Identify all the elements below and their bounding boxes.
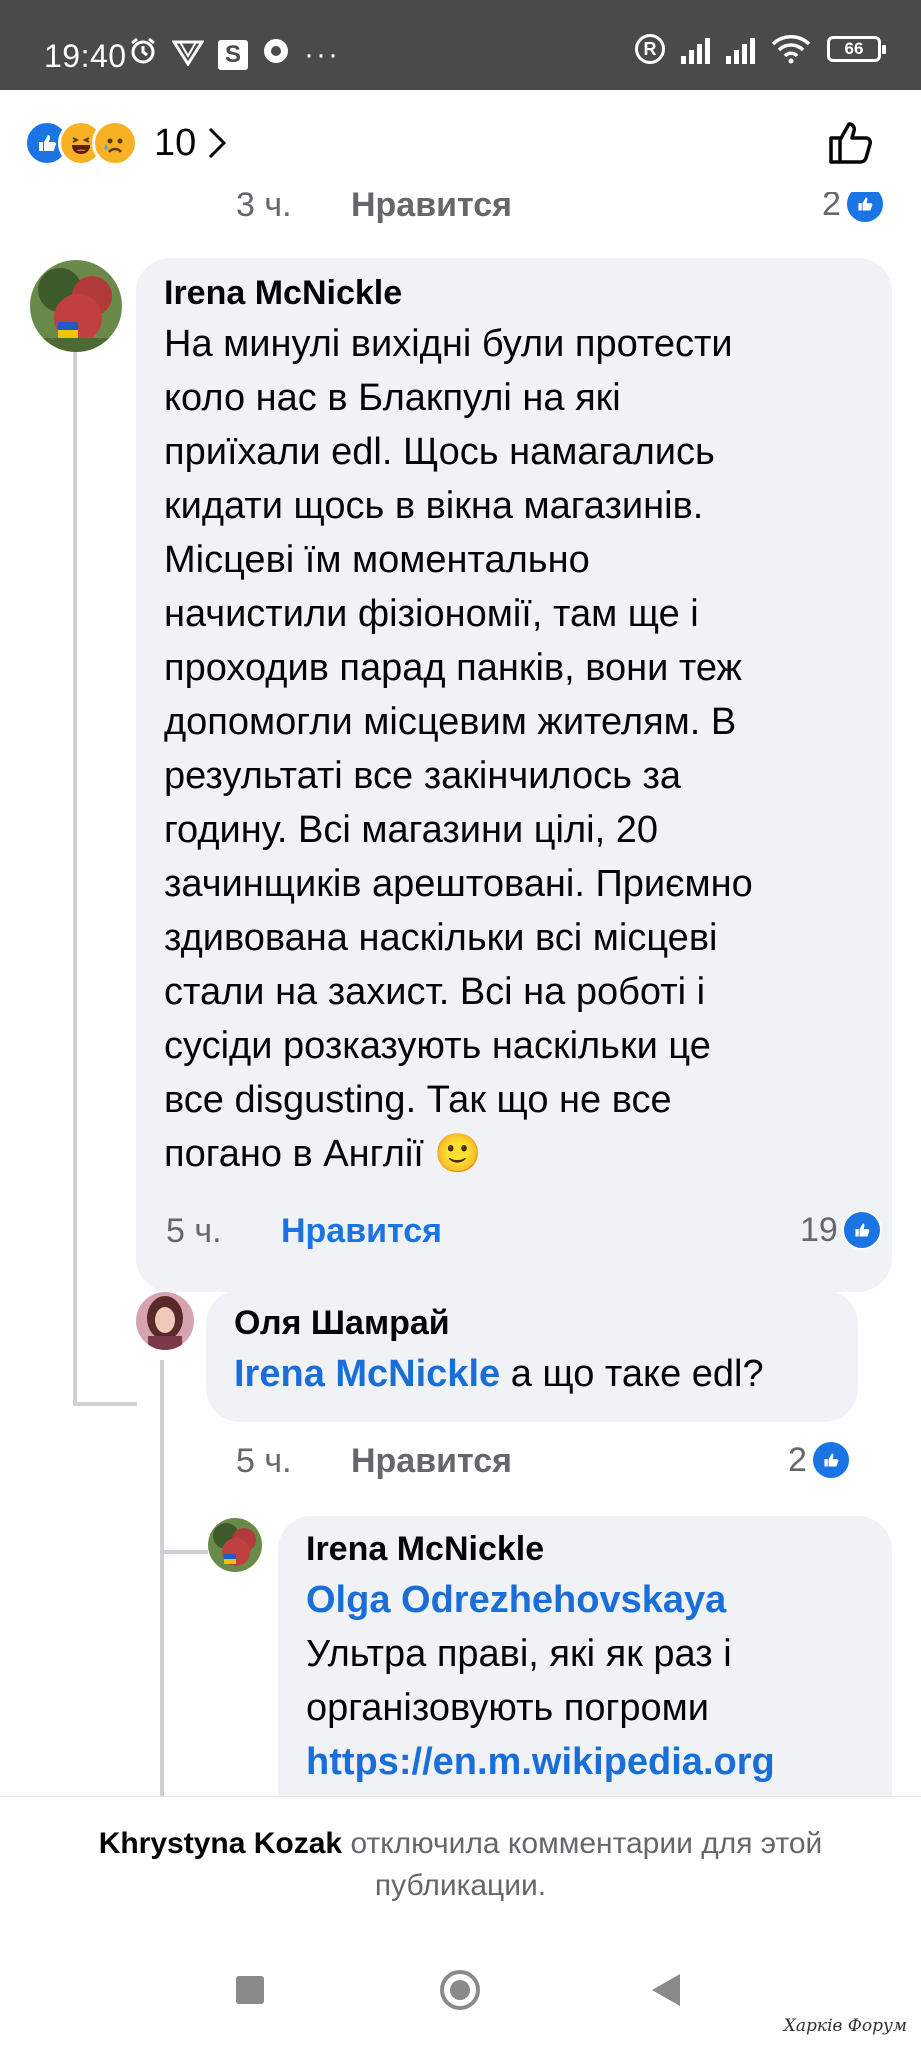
comment-time: 5 ч. <box>166 1212 222 1250</box>
system-nav-bar: Харків Форум <box>0 1938 921 2048</box>
like-link[interactable]: Нравится <box>281 1212 442 1250</box>
alarm-icon <box>128 36 158 73</box>
s-app-icon: S <box>218 39 248 70</box>
comment-author[interactable]: Irena McNickle <box>164 274 864 313</box>
sad-reaction-icon <box>92 120 138 166</box>
comment-meta: 5 ч. Нравится <box>236 1442 512 1481</box>
thread-line <box>160 1550 208 1554</box>
back-button[interactable] <box>652 1974 680 2006</box>
author-name[interactable]: Khrystyna Kozak <box>99 1827 342 1860</box>
like-count: 2 <box>788 1440 807 1479</box>
comment-meta: 5 ч. Нравится <box>166 1212 442 1251</box>
recents-button[interactable] <box>236 1976 264 2004</box>
reply-bubble[interactable]: Оля Шамрай Irena McNickle а що таке edl? <box>206 1290 858 1422</box>
status-time: 19:40 <box>44 38 127 74</box>
comment-bubble[interactable]: Irena McNickle На минулі вихідні були пр… <box>136 258 892 1292</box>
reactions-header: 10 <box>0 90 921 192</box>
avatar[interactable] <box>30 260 122 352</box>
battery-icon: 66 <box>827 36 886 62</box>
signal-icon <box>726 34 755 64</box>
avatar[interactable] <box>136 1292 194 1350</box>
comment-time: 5 ч. <box>236 1442 292 1480</box>
signal-icon <box>681 34 710 64</box>
comment-text: На минулі вихідні були протести коло нас… <box>164 323 753 1175</box>
reactions-summary[interactable]: 10 <box>24 120 228 166</box>
chevron-right-icon <box>209 127 227 159</box>
mention-link[interactable]: Irena McNickle <box>234 1353 500 1395</box>
status-left-icons: S ··· <box>128 36 340 73</box>
comments-disabled-notice: Khrystyna Kozak отключила комментарии дл… <box>0 1796 921 1938</box>
reaction-count: 10 <box>154 121 197 164</box>
like-count: 19 <box>800 1210 838 1249</box>
reaction-counter: 19 <box>800 1210 882 1250</box>
chrome-icon <box>262 37 290 72</box>
reaction-counter: 2 <box>788 1440 851 1480</box>
like-badge-icon <box>841 1210 882 1250</box>
avatar[interactable] <box>208 1518 262 1572</box>
comment-author[interactable]: Оля Шамрай <box>234 1304 830 1343</box>
thread-line <box>73 1402 137 1406</box>
wifi-icon <box>771 35 811 64</box>
thread-line <box>73 352 77 1406</box>
home-button[interactable] <box>440 1970 480 2010</box>
watermark: Харків Форум <box>783 2016 907 2036</box>
notice-text: отключила комментарии для этой публикаци… <box>342 1827 823 1902</box>
thumbs-up-icon[interactable] <box>827 118 877 166</box>
comment-text: Irena McNickle а що таке edl? <box>234 1353 764 1395</box>
url-link[interactable]: https://en.m.wikipedia.org <box>306 1735 864 1789</box>
comment-text: Olga Odrezhehovskaya Ультра праві, які я… <box>306 1573 864 1789</box>
vpn-icon <box>171 36 205 73</box>
comments-sheet: 10 3 ч. Нравится 2 Irena McNickle На мин… <box>0 90 921 1938</box>
like-link[interactable]: Нравится <box>351 1442 512 1480</box>
r-icon: R <box>635 34 665 64</box>
like-badge-icon <box>810 1440 851 1480</box>
more-icon: ··· <box>304 37 340 71</box>
mention-link[interactable]: Olga Odrezhehovskaya <box>306 1573 864 1627</box>
status-right-icons: R 66 <box>635 34 886 64</box>
comment-author[interactable]: Irena McNickle <box>306 1530 864 1569</box>
status-bar: 19:40 S ··· R 66 <box>0 0 921 90</box>
